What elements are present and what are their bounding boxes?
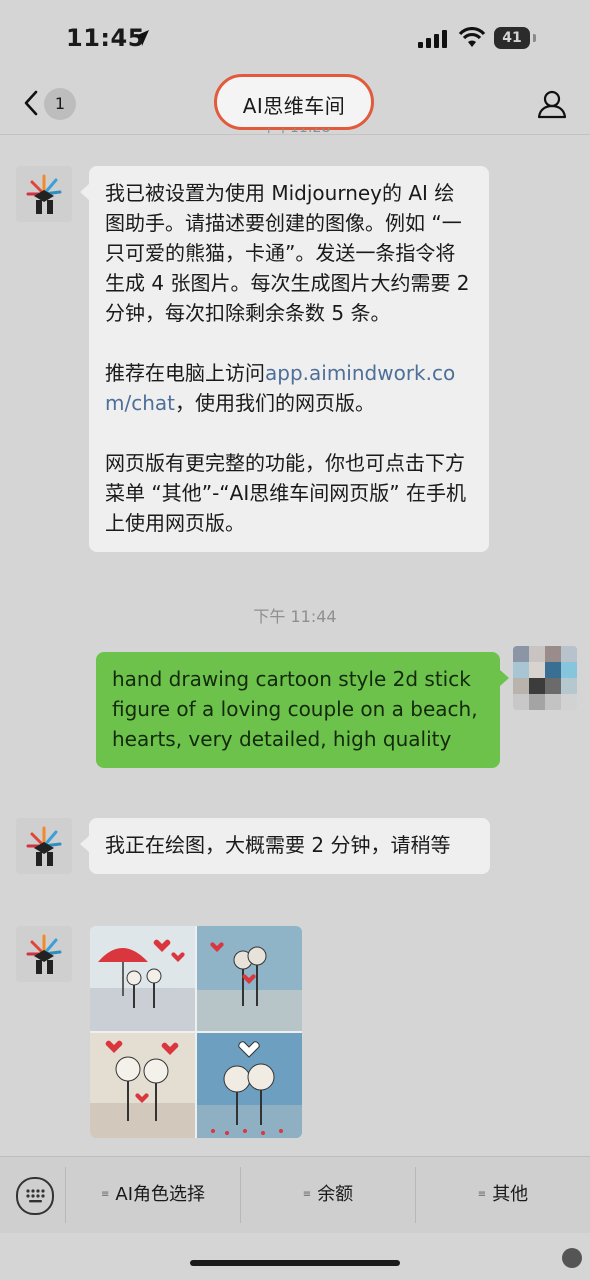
user-prompt-text: hand drawing cartoon style 2d stick figu… [112,667,478,751]
home-indicator[interactable] [190,1260,400,1266]
user-profile-icon[interactable] [536,88,568,120]
menu-item-label: AI角色选择 [115,1184,205,1205]
generated-image-2[interactable] [197,926,302,1031]
wifi-icon [458,27,486,47]
menu-item-balance[interactable]: ≡ 余额 [241,1157,415,1233]
bot-logo-icon [16,926,72,982]
bot-avatar[interactable] [16,166,72,222]
bot-logo-icon [16,818,72,874]
bot-intro-message[interactable]: 我已被设置为使用 Midjourney的 AI 绘图助手。请描述要创建的图像。例… [89,166,489,552]
menu-list-icon: ≡ [100,1189,110,1200]
bubble-tail [80,836,89,852]
bot-wait-message[interactable]: 我正在绘图，大概需要 2 分钟，请稍等 [89,818,490,874]
bot-avatar[interactable] [16,818,72,874]
clipped-timestamp: 下午11:28 [262,128,331,136]
bot-intro-paragraph-2-suffix: ，使用我们的网页版。 [175,391,375,415]
bot-intro-paragraph-1: 我已被设置为使用 Midjourney的 AI 绘图助手。请描述要创建的图像。例… [105,181,470,325]
battery-nub [533,34,536,42]
bot-intro-paragraph-2-prefix: 推荐在电脑上访问 [105,361,265,385]
menu-item-ai-role[interactable]: ≡ AI角色选择 [66,1157,240,1233]
bot-wait-text: 我正在绘图，大概需要 2 分钟，请稍等 [105,833,451,857]
chat-title: AI思维车间 [242,94,346,118]
menu-list-icon: ≡ [477,1189,487,1200]
bot-intro-paragraph-3: 网页版有更完整的功能，你也可点击下方菜单 “其他”-“AI思维车间网页版” 在手… [105,451,466,535]
chat-menu-bar: ≡ AI角色选择 ≡ 余额 ≡ 其他 [0,1156,590,1233]
time-divider: 下午 11:44 [253,607,337,626]
generated-image-grid[interactable] [90,926,302,1138]
menu-item-label: 其他 [492,1184,529,1205]
pixelated-avatar-image [513,646,577,710]
battery-indicator: 41 [494,27,530,49]
chat-title-highlight: AI思维车间 [214,74,374,130]
user-prompt-message[interactable]: hand drawing cartoon style 2d stick figu… [96,652,500,768]
bubble-tail [80,184,89,200]
user-avatar[interactable] [513,646,577,710]
keyboard-toggle-icon[interactable] [16,1177,54,1215]
menu-list-icon: ≡ [302,1189,312,1200]
menu-item-other[interactable]: ≡ 其他 [416,1157,590,1233]
bubble-tail [500,670,509,686]
generated-image-3[interactable] [90,1033,195,1138]
bot-intro-paragraph-2: 推荐在电脑上访问app.aimindwork.com/chat，使用我们的网页版… [105,358,473,418]
bot-logo-icon [16,166,72,222]
menu-item-label: 余额 [317,1184,354,1205]
cellular-signal-icon [418,30,447,48]
generated-image-1[interactable] [90,926,195,1031]
location-arrow-icon [133,30,149,46]
bot-avatar[interactable] [16,926,72,982]
chat-header: 1 AI思维车间 [0,74,590,135]
screen-record-icon[interactable] [562,1248,582,1268]
generated-image-4[interactable] [197,1033,302,1138]
status-bar: 11:45 41 [0,0,590,76]
unread-count-badge[interactable]: 1 [44,88,76,120]
